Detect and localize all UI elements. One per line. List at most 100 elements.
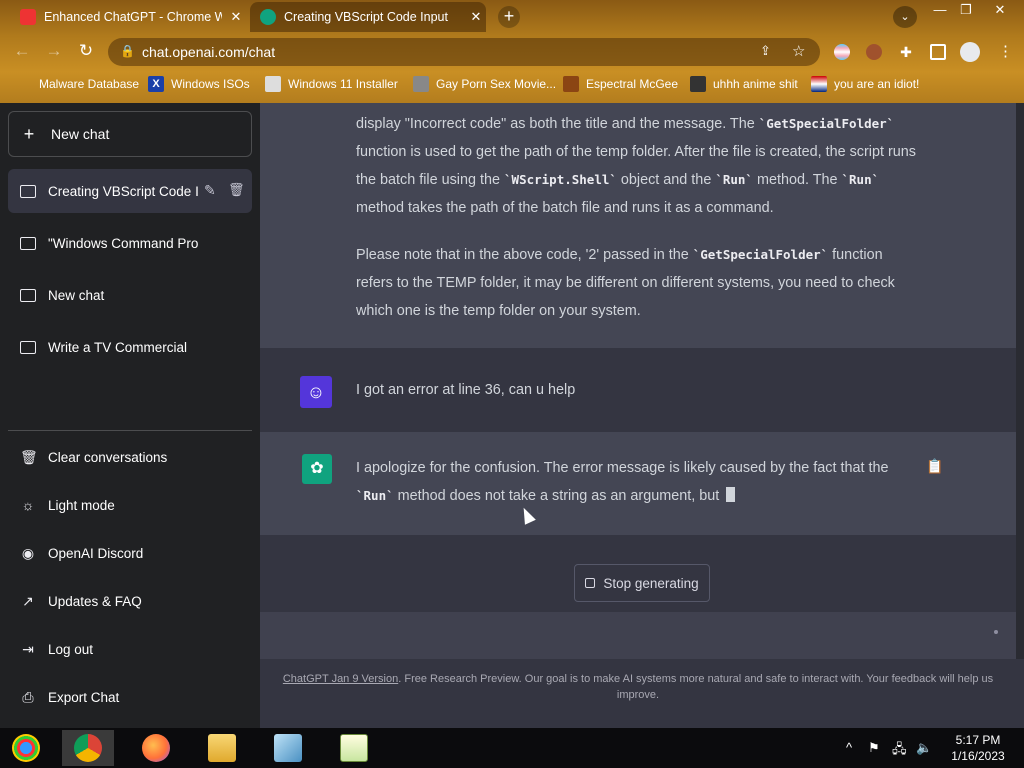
response-paragraph: I apologize for the confusion. The error… [356, 460, 889, 504]
tab-enhanced-chatgpt[interactable]: Enhanced ChatGPT - Chrome Web ✕ [10, 2, 246, 32]
tab-creating-vbscript[interactable]: Creating VBScript Code Input ✕ [250, 2, 486, 32]
trash-icon[interactable]: 🗑 [228, 182, 245, 198]
firefox-icon [142, 734, 170, 762]
x-logo-icon: X [148, 76, 164, 92]
show-hidden-icons-button[interactable]: ^ [846, 740, 852, 755]
message-input[interactable] [260, 612, 1016, 659]
chrome-icon [74, 734, 102, 762]
taskbar-app-blue[interactable] [262, 730, 314, 766]
bug-icon [16, 76, 32, 92]
browser-chrome: Enhanced ChatGPT - Chrome Web ✕ Creating… [0, 0, 1024, 103]
url-text: chat.openai.com/chat [142, 44, 276, 60]
response-paragraph: Please note that in the above code, '2' … [356, 247, 895, 319]
system-clock[interactable]: 5:17 PM 1/16/2023 [940, 732, 1016, 764]
forward-button[interactable]: → [42, 41, 66, 61]
volume-icon[interactable]: 🔈 [916, 740, 932, 756]
openai-discord-link[interactable]: ◉ OpenAI Discord [8, 533, 252, 573]
action-center-flag-icon[interactable]: ⚑ [868, 740, 880, 756]
inline-code: `Run` [841, 172, 880, 187]
scrollbar[interactable] [1016, 103, 1024, 659]
bookmark-malware-database[interactable]: Malware Database [16, 76, 139, 92]
close-tab-icon[interactable]: ✕ [468, 9, 484, 25]
start-button[interactable] [0, 730, 52, 766]
side-panel-icon[interactable] [930, 44, 946, 60]
chat-bubble-icon [20, 184, 36, 198]
conversation-item-new-chat[interactable]: New chat [8, 273, 252, 317]
menu-kebab-icon[interactable]: ⋮ [998, 44, 1014, 60]
taskbar: ^ ⚑ 🖧 🔈 5:17 PM 1/16/2023 [0, 728, 1024, 768]
bookmark-windows-11-installer[interactable]: Windows 11 Installer [265, 76, 398, 92]
conversation-item-tv-commercial[interactable]: Write a TV Commercial [8, 325, 252, 369]
chrome-web-store-icon [20, 9, 36, 25]
taskbar-explorer[interactable] [196, 730, 248, 766]
restore-button[interactable]: ❐ [952, 2, 980, 18]
new-tab-button[interactable]: + [498, 6, 520, 28]
conversation-item-creating-vbscript[interactable]: Creating VBScript Code In ✎ 🗑 [8, 169, 252, 213]
response-paragraph: display "Incorrect code" as both the tit… [356, 116, 916, 216]
windows-start-icon [12, 734, 40, 762]
openai-icon [260, 9, 276, 25]
clock-time: 5:17 PM [955, 733, 1001, 747]
folder-icon [208, 734, 236, 762]
image-icon [265, 76, 281, 92]
trans-flag-extension-icon[interactable] [834, 44, 850, 60]
version-link[interactable]: ChatGPT Jan 9 Version [283, 673, 398, 685]
bookmark-anime[interactable]: uhhh anime shit [690, 76, 798, 92]
clipboard-icon[interactable]: 📋 [926, 458, 943, 475]
skull-icon [413, 76, 429, 92]
export-icon: ⎙ [22, 688, 34, 705]
log-out-button[interactable]: ⇥ Log out [8, 629, 252, 669]
new-chat-button[interactable]: + New chat [8, 111, 252, 157]
inline-code: `WScript.Shell` [504, 172, 617, 187]
user-message: ☺ I got an error at line 36, can u help [260, 348, 1016, 432]
face-icon [563, 76, 579, 92]
taskbar-notepad[interactable] [328, 730, 380, 766]
light-mode-button[interactable]: ☼ Light mode [8, 485, 252, 525]
clear-conversations-button[interactable]: 🗑 Clear conversations [8, 437, 252, 477]
tab-search-button[interactable]: ⌄ [893, 6, 917, 28]
bookmark-star-icon[interactable]: ☆ [792, 42, 805, 60]
address-bar[interactable]: 🔒 chat.openai.com/chat ⇪ ☆ [108, 38, 820, 66]
minimize-button[interactable]: — [926, 2, 954, 17]
reload-button[interactable]: ↻ [74, 41, 98, 61]
puzzle-extensions-icon[interactable]: ✚ [898, 44, 914, 60]
back-button[interactable]: ← [10, 41, 34, 61]
taskbar-chrome[interactable] [62, 730, 114, 766]
profile-extension-icon[interactable] [866, 44, 882, 60]
notebook-icon [274, 734, 302, 762]
edit-icon[interactable]: ✎ [204, 182, 216, 199]
bookmark-espectral-mcgee[interactable]: Espectral McGee [563, 76, 678, 92]
clock-date: 1/16/2023 [951, 749, 1005, 763]
network-icon[interactable]: 🖧 [892, 740, 907, 762]
updates-faq-link[interactable]: ↗ Updates & FAQ [8, 581, 252, 621]
bookmark-you-are-an-idiot[interactable]: you are an idiot! [811, 76, 919, 92]
sidebar: + New chat Creating VBScript Code In ✎ 🗑… [0, 103, 260, 728]
conversation-item-windows-command-prompt[interactable]: "Windows Command Prompt C D [8, 221, 252, 265]
sidebar-divider [8, 430, 252, 431]
openai-logo-icon: ✿ [302, 454, 332, 484]
taskbar-firefox[interactable] [130, 730, 182, 766]
profile-avatar-icon[interactable] [960, 42, 980, 62]
user-avatar-icon: ☺ [300, 376, 332, 408]
inline-code: `GetSpecialFolder` [758, 116, 895, 131]
share-icon[interactable]: ⇪ [760, 43, 771, 59]
user-message-text: I got an error at line 36, can u help [356, 382, 576, 398]
external-link-icon: ↗ [22, 592, 34, 609]
bookmark-gay-porn[interactable]: Gay Porn Sex Movie... [413, 76, 556, 92]
stop-square-icon [585, 578, 596, 588]
assistant-message-previous: display "Incorrect code" as both the tit… [260, 103, 1016, 348]
typing-cursor [726, 487, 736, 502]
export-chat-button[interactable]: ⎙ Export Chat [8, 677, 252, 717]
footer-disclaimer: ChatGPT Jan 9 Version. Free Research Pre… [282, 673, 994, 701]
discord-icon: ◉ [21, 544, 35, 561]
inline-code: `GetSpecialFolder` [692, 247, 829, 262]
chat-bubble-icon [20, 288, 36, 302]
flag-icon [811, 76, 827, 92]
inline-code: `Run` [356, 488, 394, 503]
browser-toolbar: ← → ↻ 🔒 chat.openai.com/chat ⇪ ☆ ✚ ⋮ [0, 36, 1024, 68]
window-close-button[interactable]: ✕ [986, 2, 1014, 18]
bookmark-windows-isos[interactable]: X Windows ISOs [148, 76, 250, 92]
close-tab-icon[interactable]: ✕ [228, 9, 244, 25]
stop-generating-button[interactable]: Stop generating [574, 564, 710, 602]
chat-main: display "Incorrect code" as both the tit… [260, 103, 1024, 728]
